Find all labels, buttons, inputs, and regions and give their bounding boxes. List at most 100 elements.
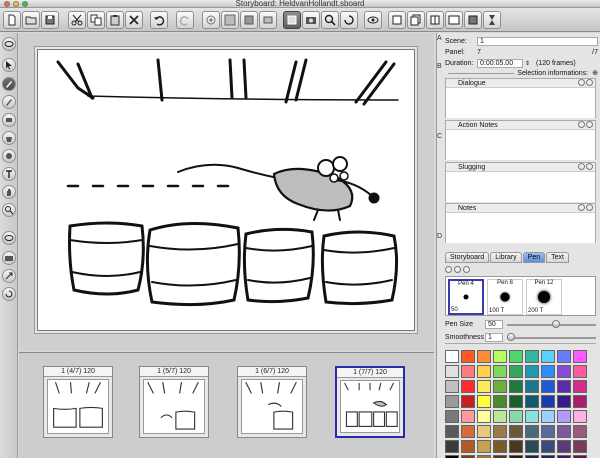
side-tab-b[interactable]: B <box>437 63 445 70</box>
color-swatch[interactable] <box>477 365 491 378</box>
color-swatch[interactable] <box>477 350 491 363</box>
slugging-text-area[interactable] <box>446 172 595 202</box>
color-swatch[interactable] <box>525 380 539 393</box>
color-swatch[interactable] <box>493 380 507 393</box>
color-swatch[interactable] <box>493 395 507 408</box>
color-swatch[interactable] <box>573 425 587 438</box>
action-notes-text-area[interactable] <box>446 130 595 160</box>
color-swatch[interactable] <box>509 440 523 453</box>
delete-button[interactable] <box>125 11 143 29</box>
action-notes-close-icon[interactable] <box>586 121 593 128</box>
hourglass-button[interactable] <box>483 11 501 29</box>
color-swatch[interactable] <box>557 425 571 438</box>
add-brush-icon[interactable] <box>445 266 452 273</box>
color-swatch[interactable] <box>573 440 587 453</box>
color-swatch[interactable] <box>461 380 475 393</box>
collapse-tools-button-2[interactable] <box>2 231 16 245</box>
color-swatch[interactable] <box>493 350 507 363</box>
color-swatch[interactable] <box>541 395 555 408</box>
color-swatch[interactable] <box>493 425 507 438</box>
color-swatch[interactable] <box>445 365 459 378</box>
brush-pen-12[interactable]: Pen 12 200 T <box>526 279 562 315</box>
filmstrip-frame[interactable]: 1 (6/7) 120 <box>237 366 307 438</box>
duration-stepper-icon[interactable]: ⇕ <box>525 60 530 67</box>
dialogue-text-area[interactable] <box>446 88 595 118</box>
collapse-tools-button[interactable] <box>2 37 16 51</box>
color-swatch[interactable] <box>445 440 459 453</box>
color-swatch[interactable] <box>525 365 539 378</box>
pen-tool[interactable] <box>2 77 16 91</box>
color-swatch[interactable] <box>461 425 475 438</box>
pen-size-knob[interactable] <box>551 319 560 328</box>
dialogue-options-icon[interactable] <box>578 79 585 86</box>
slugging-close-icon[interactable] <box>586 163 593 170</box>
color-swatch[interactable] <box>557 395 571 408</box>
color-swatch[interactable] <box>541 350 555 363</box>
smoothness-field[interactable]: 1 <box>485 333 503 342</box>
edit-brush-icon[interactable] <box>463 266 470 273</box>
color-swatch[interactable] <box>541 410 555 423</box>
color-swatch[interactable] <box>573 380 587 393</box>
pen-size-slider[interactable] <box>507 319 596 328</box>
color-swatch[interactable] <box>477 380 491 393</box>
filmstrip-frame[interactable]: 1 (4/7) 120 <box>43 366 113 438</box>
camera-button[interactable] <box>302 11 320 29</box>
color-swatch[interactable] <box>541 440 555 453</box>
color-swatch[interactable] <box>509 425 523 438</box>
color-swatch[interactable] <box>461 365 475 378</box>
select-tool-button[interactable] <box>202 11 220 29</box>
rotate-button[interactable] <box>340 11 358 29</box>
side-tab-a[interactable]: A <box>437 35 445 42</box>
add-icon[interactable]: ⊕ <box>592 69 598 77</box>
color-swatch[interactable] <box>477 395 491 408</box>
delete-panel-button[interactable] <box>464 11 482 29</box>
tab-storyboard[interactable]: Storyboard <box>445 252 490 263</box>
tab-library[interactable]: Library <box>490 252 522 263</box>
color-swatch[interactable] <box>509 350 523 363</box>
drawing-canvas[interactable] <box>37 49 415 331</box>
slugging-options-icon[interactable] <box>578 163 585 170</box>
color-swatch[interactable] <box>557 365 571 378</box>
color-swatch[interactable] <box>509 380 523 393</box>
layers-button[interactable] <box>240 11 258 29</box>
color-swatch[interactable] <box>509 365 523 378</box>
color-swatch[interactable] <box>525 395 539 408</box>
split-panel-button[interactable] <box>426 11 444 29</box>
notes-options-icon[interactable] <box>578 204 585 211</box>
color-swatch[interactable] <box>557 380 571 393</box>
color-swatch[interactable] <box>445 395 459 408</box>
color-swatch[interactable] <box>493 440 507 453</box>
color-swatch[interactable] <box>461 410 475 423</box>
color-swatch[interactable] <box>509 410 523 423</box>
filmstrip-frame-selected[interactable]: 1 (7/7) 120 <box>335 366 405 438</box>
brush-pen-8[interactable]: Pen 8 100 T <box>487 279 523 315</box>
paste-button[interactable] <box>106 11 124 29</box>
undo-button[interactable] <box>150 11 168 29</box>
color-swatch[interactable] <box>525 425 539 438</box>
remove-brush-icon[interactable] <box>454 266 461 273</box>
color-swatch[interactable] <box>573 350 587 363</box>
color-swatch[interactable] <box>573 410 587 423</box>
dialogue-close-icon[interactable] <box>586 79 593 86</box>
color-swatch[interactable] <box>509 395 523 408</box>
color-swatch[interactable] <box>445 425 459 438</box>
color-swatch[interactable] <box>445 410 459 423</box>
color-swatch[interactable] <box>445 350 459 363</box>
open-file-button[interactable] <box>22 11 40 29</box>
light-table-button[interactable] <box>259 11 277 29</box>
pencil-tool[interactable] <box>2 95 16 109</box>
action-notes-options-icon[interactable] <box>578 121 585 128</box>
notes-text-area[interactable] <box>446 213 595 243</box>
color-swatch[interactable] <box>557 350 571 363</box>
zoom-button[interactable] <box>321 11 339 29</box>
eraser-tool[interactable] <box>2 113 16 127</box>
camera-tool[interactable] <box>2 251 16 265</box>
filmstrip-frame[interactable]: 1 (5/7) 120 <box>139 366 209 438</box>
text-tool[interactable] <box>2 167 16 181</box>
color-swatch[interactable] <box>541 365 555 378</box>
select-tool[interactable] <box>2 58 16 72</box>
color-swatch[interactable] <box>493 365 507 378</box>
color-swatch[interactable] <box>477 410 491 423</box>
hand-tool[interactable] <box>2 185 16 199</box>
side-tab-c[interactable]: C <box>437 133 445 140</box>
